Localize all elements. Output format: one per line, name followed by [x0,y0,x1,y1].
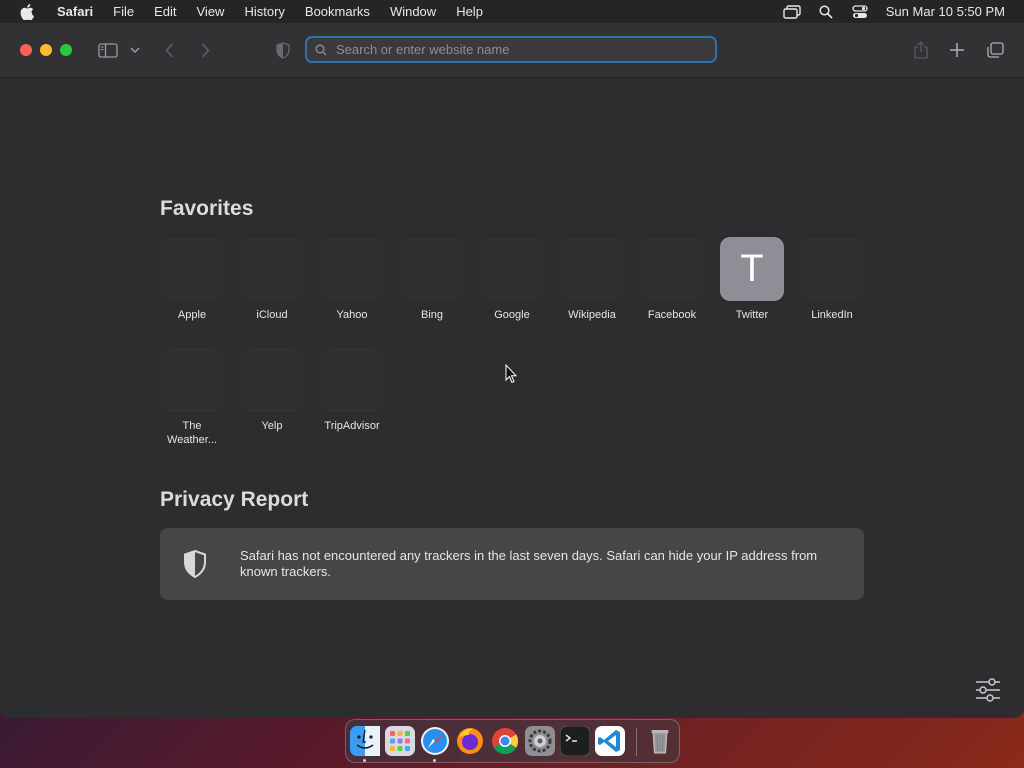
favorite-label: Bing [420,309,444,321]
menu-app-name[interactable]: Safari [47,0,103,23]
trash-icon[interactable] [645,726,675,756]
favorite-label: Google [494,309,530,321]
favorite-label: Twitter [735,309,769,321]
favorite-tile[interactable]: The Weather... [152,348,232,447]
favorite-label: LinkedIn [811,309,853,321]
favorite-tile[interactable]: Yelp [232,348,312,433]
forward-icon[interactable] [198,40,212,60]
dock [345,719,680,763]
favorite-label: Wikipedia [568,309,616,321]
favorite-icon [240,348,304,412]
new-tab-icon[interactable] [949,40,965,60]
mouse-cursor-icon [505,363,518,384]
customize-start-page-icon[interactable] [975,678,1001,702]
finder-icon[interactable] [350,726,380,756]
menu-help[interactable]: Help [446,0,493,23]
back-icon[interactable] [162,40,176,60]
favorite-label: Yahoo [336,309,368,321]
favorite-tile[interactable]: TripAdvisor [312,348,392,433]
favorite-label: TripAdvisor [324,420,380,432]
share-icon[interactable] [913,40,929,60]
favorite-icon [240,237,304,301]
privacy-shield-icon[interactable] [275,40,291,60]
terminal-icon[interactable] [559,725,591,757]
address-bar[interactable] [305,36,717,63]
favorites-title: Favorites [160,197,254,220]
privacy-report-card[interactable]: Safari has not encountered any trackers … [160,528,864,600]
start-page: Favorites Apple iCloud Yahoo Bing Google… [0,78,1024,718]
menu-window[interactable]: Window [380,0,446,23]
favorite-tile[interactable]: Facebook [632,237,712,322]
chevron-down-icon[interactable] [129,40,141,60]
favorite-tile-twitter[interactable]: T Twitter [712,237,792,322]
favorite-label: Yelp [261,420,283,432]
dock-separator [636,728,637,756]
running-indicator [433,759,436,762]
search-icon [315,43,329,57]
favorite-icon [160,237,224,301]
favorite-label: The Weather... [167,420,217,446]
launchpad-icon[interactable] [385,726,415,756]
system-settings-icon[interactable] [525,726,555,756]
twitter-letter-icon: T [720,237,784,301]
favorite-label: Facebook [647,309,697,321]
menu-edit[interactable]: Edit [144,0,186,23]
favorite-icon [400,237,464,301]
shield-icon [183,549,207,579]
favorite-tile[interactable]: Google [472,237,552,322]
favorite-tile[interactable]: iCloud [232,237,312,322]
menu-history[interactable]: History [234,0,294,23]
chrome-icon[interactable] [490,726,520,756]
toolbar [0,23,1024,78]
favorite-icon [480,237,544,301]
close-button[interactable] [20,44,32,56]
control-center-icon[interactable] [850,4,870,20]
running-indicator [363,759,366,762]
zoom-button[interactable] [60,44,72,56]
favorite-tile[interactable]: LinkedIn [792,237,872,322]
menu-view[interactable]: View [187,0,235,23]
favorite-tile[interactable]: Wikipedia [552,237,632,322]
address-input[interactable] [334,41,708,58]
apple-menu-icon[interactable] [17,0,37,23]
menu-bookmarks[interactable]: Bookmarks [295,0,380,23]
menu-bar: Safari File Edit View History Bookmarks … [0,0,1024,23]
favorite-icon [160,348,224,412]
favorite-tile[interactable]: Yahoo [312,237,392,322]
minimize-button[interactable] [40,44,52,56]
screen-mirroring-icon[interactable] [782,4,802,20]
favorite-tile[interactable]: Apple [152,237,232,322]
favorite-icon [320,348,384,412]
privacy-report-title: Privacy Report [160,488,309,511]
menu-file[interactable]: File [103,0,144,23]
menu-clock[interactable]: Sun Mar 10 5:50 PM [886,4,1005,19]
favorite-tile[interactable]: Bing [392,237,472,322]
firefox-icon[interactable] [455,726,485,756]
favorite-icon [800,237,864,301]
safari-icon[interactable] [420,726,450,756]
favorite-icon [320,237,384,301]
favorite-icon [640,237,704,301]
spotlight-search-icon[interactable] [816,4,836,20]
favorite-label: iCloud [256,309,288,321]
favorite-label: Apple [177,309,207,321]
vscode-icon[interactable] [595,726,625,756]
privacy-report-text: Safari has not encountered any trackers … [240,548,818,579]
tab-overview-icon[interactable] [986,40,1004,60]
sidebar-toggle-icon[interactable] [97,40,119,60]
favorite-icon [560,237,624,301]
